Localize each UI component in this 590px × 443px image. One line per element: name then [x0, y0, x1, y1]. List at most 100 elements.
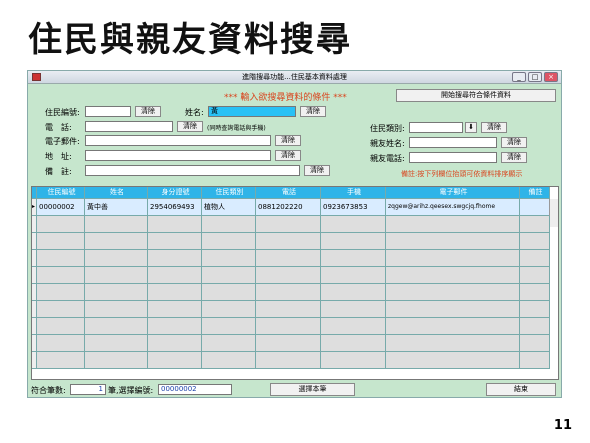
- search-window: 進階搜尋功能...住民基本資料處理 _ □ × *** 輸入欲搜尋資料的條件 *…: [27, 70, 562, 398]
- empty-cell: [520, 233, 550, 250]
- col-memo[interactable]: 備註: [520, 187, 550, 199]
- col-category[interactable]: 住民類別: [202, 187, 256, 199]
- col-name[interactable]: 姓名: [85, 187, 148, 199]
- category-select[interactable]: [409, 122, 463, 133]
- empty-cell: [321, 216, 386, 233]
- empty-cell: [386, 352, 520, 369]
- empty-cell: [202, 216, 256, 233]
- clear-memo-button[interactable]: 清除: [304, 165, 330, 176]
- empty-cell: [148, 233, 202, 250]
- empty-cell: [386, 335, 520, 352]
- empty-cell: [520, 352, 550, 369]
- empty-cell: [256, 352, 321, 369]
- resident-id-input[interactable]: [85, 106, 131, 117]
- empty-cell: [148, 352, 202, 369]
- empty-cell: [321, 301, 386, 318]
- empty-cell: [386, 301, 520, 318]
- phone-hint: (同時查詢電話與手機): [207, 125, 266, 132]
- match-count-value: 1: [70, 384, 106, 395]
- category-label: 住民類別:: [370, 124, 405, 133]
- empty-cell: [256, 335, 321, 352]
- phone-input[interactable]: [85, 121, 173, 132]
- memo-scrollbar[interactable]: [549, 199, 558, 227]
- empty-cell: [321, 267, 386, 284]
- empty-cell: [85, 352, 148, 369]
- relative-name-label: 親友姓名:: [370, 139, 405, 148]
- clear-resident-id-button[interactable]: 清除: [135, 106, 161, 117]
- empty-cell: [520, 267, 550, 284]
- empty-cell: [256, 250, 321, 267]
- empty-cell: [202, 233, 256, 250]
- empty-cell: [321, 284, 386, 301]
- relative-name-input[interactable]: [409, 137, 497, 148]
- match-count-label: 符合筆數:: [31, 386, 66, 395]
- select-record-button[interactable]: 選擇本筆: [270, 383, 355, 396]
- col-resident-id[interactable]: 住民編號: [37, 187, 85, 199]
- cell-memo[interactable]: [520, 199, 550, 216]
- memo-input[interactable]: [85, 165, 300, 176]
- empty-cell: [386, 284, 520, 301]
- minimize-button[interactable]: _: [512, 72, 526, 82]
- empty-cell: [256, 216, 321, 233]
- empty-cell: [256, 284, 321, 301]
- col-id-number[interactable]: 身分證號: [148, 187, 202, 199]
- empty-cell: [386, 318, 520, 335]
- end-button[interactable]: 結束: [486, 383, 556, 396]
- empty-cell: [520, 335, 550, 352]
- start-search-button[interactable]: 開始搜尋符合條件資料: [396, 89, 556, 102]
- address-label: 地 址:: [45, 152, 72, 161]
- empty-cell: [520, 216, 550, 233]
- clear-category-button[interactable]: 清除: [481, 122, 507, 133]
- cell-category[interactable]: 植物人: [202, 199, 256, 216]
- cell-mobile[interactable]: 0923673853: [321, 199, 386, 216]
- slide-number: 11: [553, 418, 572, 433]
- email-input[interactable]: [85, 135, 271, 146]
- empty-cell: [85, 233, 148, 250]
- cell-email[interactable]: zqgew@arihz.qeesex.swgcjq.fhome: [386, 199, 520, 216]
- category-dropdown-icon[interactable]: ⬇: [465, 122, 477, 133]
- col-phone[interactable]: 電話: [256, 187, 321, 199]
- clear-relative-name-button[interactable]: 清除: [501, 137, 527, 148]
- clear-phone-button[interactable]: 清除: [177, 121, 203, 132]
- empty-cell: [85, 250, 148, 267]
- selected-id-value: 00000002: [158, 384, 232, 395]
- empty-cell: [202, 318, 256, 335]
- empty-cell: [202, 301, 256, 318]
- phone-label: 電 話:: [45, 123, 72, 132]
- empty-cell: [148, 267, 202, 284]
- slide-title: 住民與親友資料搜尋: [28, 20, 352, 60]
- address-input[interactable]: [85, 150, 271, 161]
- empty-cell: [85, 318, 148, 335]
- empty-cell: [148, 335, 202, 352]
- empty-cell: [321, 318, 386, 335]
- empty-cell: [202, 335, 256, 352]
- col-email[interactable]: 電子郵件: [386, 187, 520, 199]
- empty-cell: [148, 216, 202, 233]
- relative-phone-input[interactable]: [409, 152, 497, 163]
- empty-cell: [148, 250, 202, 267]
- clear-name-button[interactable]: 清除: [300, 106, 326, 117]
- col-mobile[interactable]: 手機: [321, 187, 386, 199]
- name-input[interactable]: 黃: [208, 106, 296, 117]
- cell-name[interactable]: 黃中善: [85, 199, 148, 216]
- empty-cell: [256, 318, 321, 335]
- empty-cell: [148, 301, 202, 318]
- search-conditions-header: *** 輸入欲搜尋資料的條件 ***: [224, 93, 347, 103]
- clear-email-button[interactable]: 清除: [275, 135, 301, 146]
- empty-cell: [148, 318, 202, 335]
- memo-label: 備 註:: [45, 167, 72, 176]
- maximize-button[interactable]: □: [528, 72, 542, 82]
- empty-cell: [321, 233, 386, 250]
- empty-cell: [85, 267, 148, 284]
- close-button[interactable]: ×: [544, 72, 558, 82]
- cell-resident-id[interactable]: 00000002: [37, 199, 85, 216]
- empty-cell: [256, 233, 321, 250]
- clear-relative-phone-button[interactable]: 清除: [501, 152, 527, 163]
- cell-id-number[interactable]: 2954069493: [148, 199, 202, 216]
- cell-phone[interactable]: 0881202220: [256, 199, 321, 216]
- empty-cell: [520, 318, 550, 335]
- empty-cell: [321, 335, 386, 352]
- empty-cell: [85, 335, 148, 352]
- empty-cell: [202, 267, 256, 284]
- clear-address-button[interactable]: 清除: [275, 150, 301, 161]
